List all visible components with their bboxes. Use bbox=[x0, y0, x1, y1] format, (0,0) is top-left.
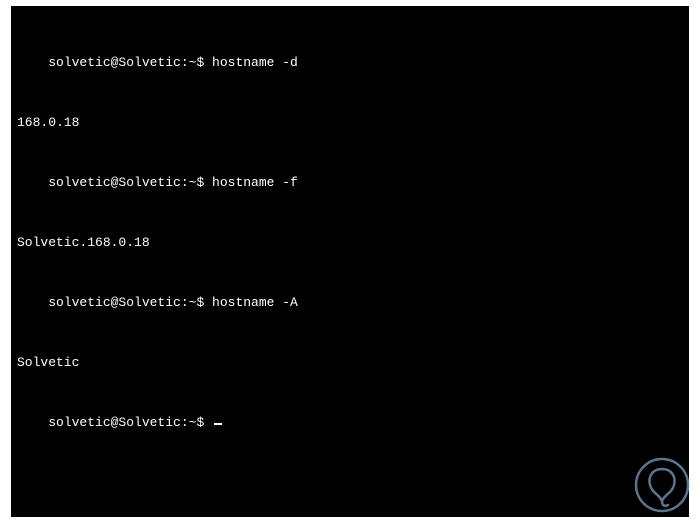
terminal-line: solvetic@Solvetic:~$ hostname -A bbox=[17, 280, 683, 325]
terminal-window[interactable]: solvetic@Solvetic:~$ hostname -d 168.0.1… bbox=[11, 6, 689, 517]
terminal-line: solvetic@Solvetic:~$ bbox=[17, 400, 683, 445]
shell-prompt: solvetic@Solvetic:~$ bbox=[48, 55, 212, 70]
shell-prompt: solvetic@Solvetic:~$ bbox=[48, 175, 212, 190]
command-text: hostname -f bbox=[212, 175, 298, 190]
terminal-output: Solvetic bbox=[17, 355, 683, 370]
terminal-output: 168.0.18 bbox=[17, 115, 683, 130]
command-text: hostname -A bbox=[212, 295, 298, 310]
watermark-logo-icon bbox=[634, 457, 690, 513]
command-text: hostname -d bbox=[212, 55, 298, 70]
shell-prompt: solvetic@Solvetic:~$ bbox=[48, 295, 212, 310]
terminal-line: solvetic@Solvetic:~$ hostname -f bbox=[17, 160, 683, 205]
cursor bbox=[214, 423, 222, 425]
terminal-output: Solvetic.168.0.18 bbox=[17, 235, 683, 250]
terminal-line: solvetic@Solvetic:~$ hostname -d bbox=[17, 40, 683, 85]
shell-prompt: solvetic@Solvetic:~$ bbox=[48, 415, 212, 430]
